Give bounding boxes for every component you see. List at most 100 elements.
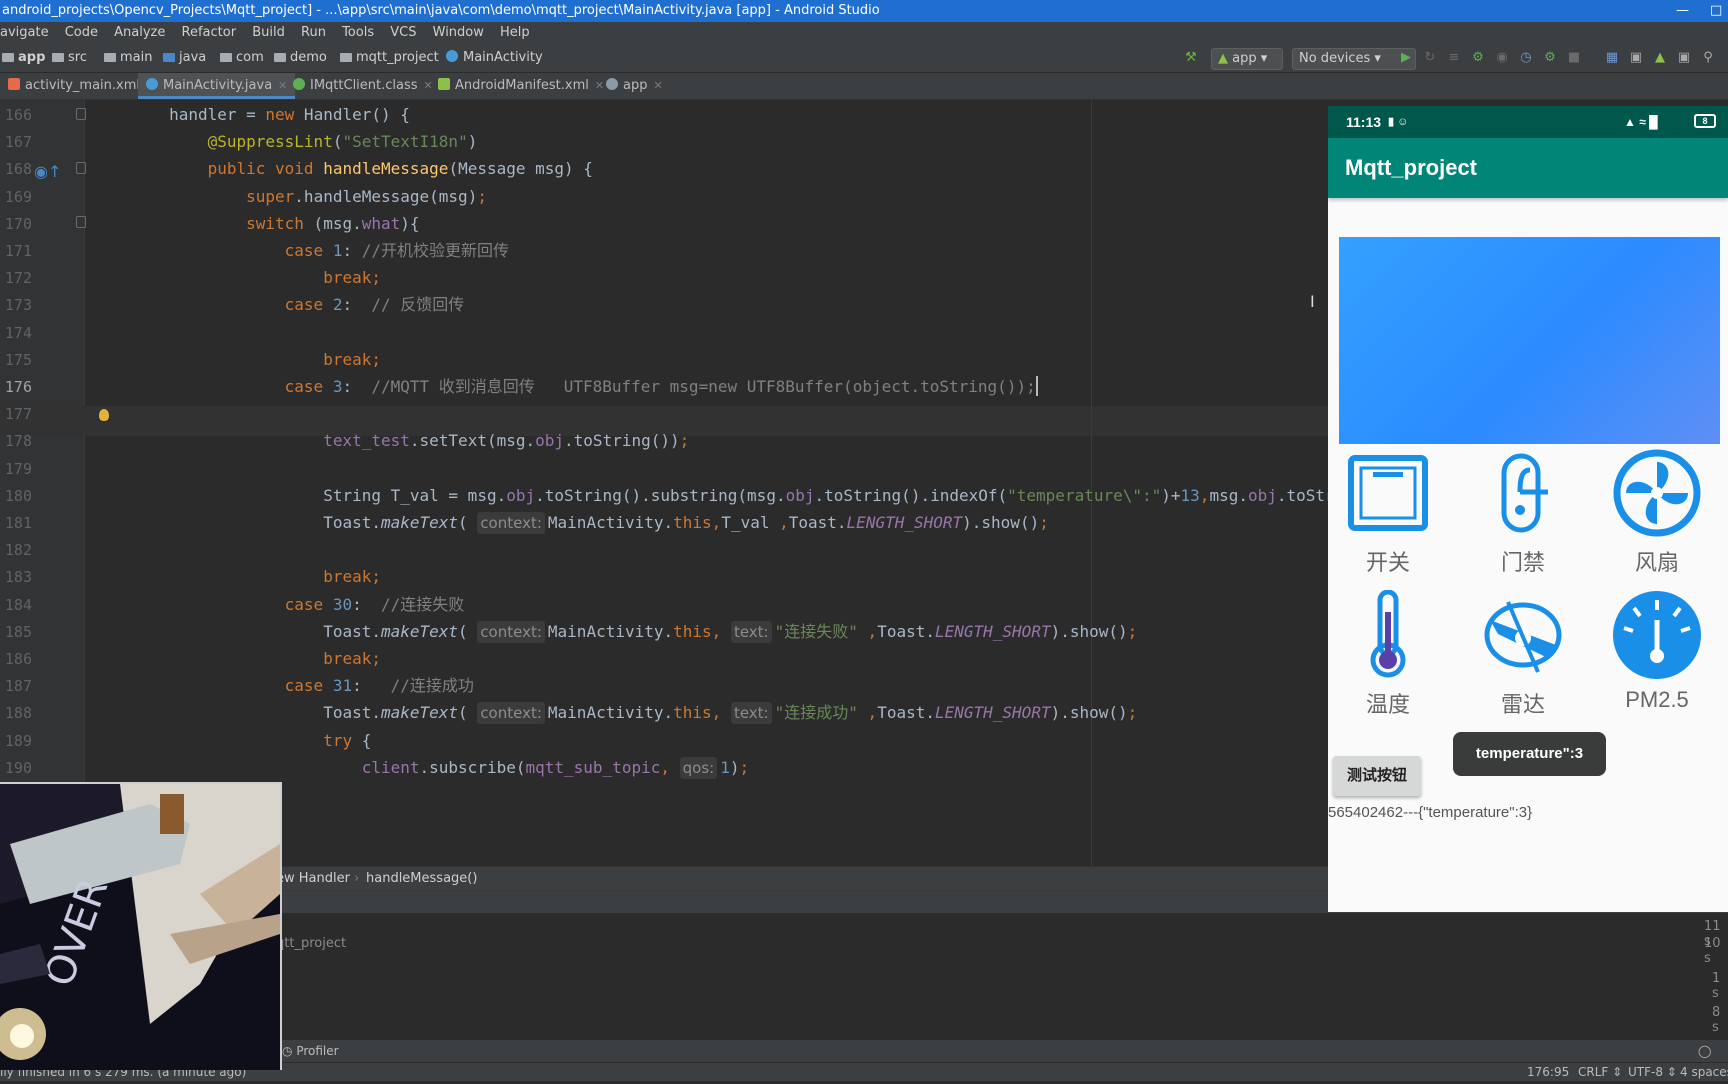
code-line[interactable]: 181 Toast.makeText( context: MainActivity… — [0, 508, 1328, 538]
tab-mainactivity-java[interactable]: MainActivity.java ✕ — [138, 73, 296, 99]
search-icon[interactable]: ⚲ — [1700, 50, 1716, 66]
maximize-icon[interactable]: □ — [1710, 0, 1722, 22]
code-text: break; — [323, 567, 381, 587]
test-button[interactable]: 测试按钮 — [1333, 756, 1421, 796]
grid-item-fan[interactable]: 风扇 — [1602, 448, 1712, 577]
code-line[interactable]: 187 case 31: //连接成功 — [0, 671, 1328, 701]
fold-icon[interactable] — [76, 108, 86, 120]
code-text: case 31: //连接成功 — [284, 676, 474, 696]
grid-label: 门禁 — [1500, 550, 1545, 575]
nav-crumb-mainactivity[interactable]: MainActivity — [446, 44, 543, 72]
app-toolbar: Mqtt_project — [1328, 138, 1728, 198]
grid-item-thermometer[interactable]: 温度 — [1333, 589, 1443, 719]
code-line[interactable]: 166 handler = new Handler() { — [0, 100, 1328, 130]
code-line[interactable]: 174 — [0, 318, 1328, 348]
code-line[interactable]: 168 public void handleMessage(Message ms… — [0, 154, 1328, 184]
code-line[interactable]: 177 — [0, 399, 1328, 429]
package-icon — [340, 53, 352, 62]
code-line[interactable]: 178 text_test.setText(msg.obj.toString()… — [0, 426, 1328, 456]
code-line[interactable]: 188 Toast.makeText( context: MainActivity… — [0, 698, 1328, 728]
lightbulb-icon[interactable] — [99, 409, 109, 421]
code-line[interactable]: 182 — [0, 535, 1328, 565]
debug-icon[interactable]: ⚙ — [1470, 50, 1486, 66]
nav-crumb-demo[interactable]: demo — [274, 44, 327, 72]
tab-app[interactable]: app ✕ — [598, 73, 671, 99]
run-config-select[interactable]: ▲ app ▾ — [1211, 48, 1283, 70]
nav-crumb-java[interactable]: java — [163, 44, 206, 72]
sync-icon[interactable]: ▦ — [1604, 50, 1620, 66]
sdk-manager-icon[interactable]: ▲ — [1652, 50, 1668, 66]
code-editor[interactable]: 166 handler = new Handler() {167 @Suppre… — [0, 100, 1328, 866]
code-line[interactable]: 183 break; — [0, 562, 1328, 592]
menu-analyze[interactable]: Analyze — [114, 25, 165, 40]
run-icon[interactable]: ▶ — [1398, 50, 1414, 66]
breadcrumb-handlemessage[interactable]: handleMessage() — [366, 867, 477, 891]
code-line[interactable]: 185 Toast.makeText( context: MainActivity… — [0, 617, 1328, 647]
menu-code[interactable]: Code — [65, 25, 98, 40]
code-line[interactable]: 171 case 1: //开机校验更新回传 — [0, 236, 1328, 266]
line-number: 171 — [4, 242, 32, 260]
code-line[interactable]: 179 — [0, 454, 1328, 484]
package-icon — [274, 53, 286, 62]
code-line[interactable]: 186 break; — [0, 644, 1328, 674]
override-method-icon[interactable]: ◉↑ — [34, 162, 61, 182]
indent-setting[interactable]: 4 spaces — [1680, 1063, 1728, 1081]
menu-build[interactable]: Build — [252, 25, 285, 40]
line-number: 182 — [4, 541, 32, 560]
code-line[interactable]: 184 case 30: //连接失败 — [0, 590, 1328, 620]
device-screen[interactable]: 11:13 ▮ ☺ ▲ ≈ █ 8 Mqtt_project 开关 门禁 风扇 … — [1328, 106, 1728, 912]
code-line[interactable]: 175 break; — [0, 345, 1328, 375]
breadcrumb-handler[interactable]: ew Handler — [276, 867, 350, 891]
menu-tools[interactable]: Tools — [342, 25, 374, 40]
menu-vcs[interactable]: VCS — [390, 25, 416, 40]
tab-imqttclient-class[interactable]: IMqttClient.class ✕ — [285, 73, 441, 99]
code-text: text_test.setText(msg.obj.toString()); — [323, 431, 690, 451]
line-number: 169 — [4, 187, 32, 206]
code-line[interactable]: 189 try { — [0, 726, 1328, 756]
nav-crumb-src[interactable]: src — [52, 44, 87, 72]
grid-item-door-lock[interactable]: 门禁 — [1468, 448, 1578, 577]
coverage-icon[interactable]: ◉ — [1494, 50, 1510, 66]
signal-wifi-icons: ▲ ≈ █ — [1624, 115, 1658, 129]
grid-item-radar[interactable]: 雷达 — [1468, 590, 1578, 719]
minimize-icon[interactable]: — — [1676, 0, 1689, 22]
tab-androidmanifest-xml[interactable]: AndroidManifest.xml ✕ — [430, 73, 612, 99]
menu-navigate[interactable]: avigate — [0, 25, 49, 40]
code-line[interactable]: 169 super.handleMessage(msg); — [0, 182, 1328, 212]
hammer-icon[interactable]: ⚒ — [1183, 50, 1199, 66]
menu-window[interactable]: Window — [433, 25, 484, 40]
code-line[interactable]: 170 switch (msg.what){ — [0, 209, 1328, 239]
build-time: 10 s — [1704, 936, 1721, 966]
code-line[interactable]: 180 String T_val = msg.obj.toString().su… — [0, 481, 1328, 511]
apply-changes-icon[interactable]: ≡ — [1446, 50, 1462, 66]
caret-position[interactable]: 176:95 — [1527, 1063, 1569, 1081]
line-separator[interactable]: CRLF ⇕ — [1578, 1063, 1622, 1081]
code-line[interactable]: 190 client.subscribe(mqtt_sub_topic, qos… — [0, 753, 1328, 783]
menu-refactor[interactable]: Refactor — [182, 25, 237, 40]
code-line[interactable]: 176 case 3: //MQTT 收到消息回传 UTF8Buffer msg… — [0, 372, 1328, 402]
file-encoding[interactable]: UTF-8 ⇕ — [1628, 1063, 1677, 1081]
stop-icon[interactable]: ■ — [1566, 50, 1582, 66]
profile-icon[interactable]: ◷ — [1518, 50, 1534, 66]
rerun-icon[interactable]: ↻ — [1422, 50, 1438, 66]
nav-crumb-mqtt-project[interactable]: mqtt_project — [340, 44, 439, 72]
close-icon[interactable]: ✕ — [653, 79, 662, 92]
layout-inspector-icon[interactable]: ▣ — [1676, 50, 1692, 66]
code-line[interactable]: 173 case 2: // 反馈回传 — [0, 290, 1328, 320]
grid-item-switch[interactable]: 开关 — [1333, 448, 1443, 577]
avd-manager-icon[interactable]: ▣ — [1628, 50, 1644, 66]
thermometer-icon — [1370, 589, 1406, 678]
code-line[interactable]: 172 break; — [0, 263, 1328, 293]
code-line[interactable]: 167 @SuppressLint("SetTextI18n") — [0, 127, 1328, 157]
grid-item-gauge[interactable]: PM2.5 — [1602, 590, 1712, 713]
menu-help[interactable]: Help — [500, 25, 530, 40]
fold-icon[interactable] — [76, 216, 86, 228]
attach-debugger-icon[interactable]: ⚙ — [1542, 50, 1558, 66]
nav-crumb-app[interactable]: app — [2, 44, 45, 72]
menu-run[interactable]: Run — [301, 25, 326, 40]
fold-icon[interactable] — [76, 162, 86, 174]
profiler-tab[interactable]: ◷ Profiler — [282, 1040, 339, 1062]
nav-crumb-com[interactable]: com — [220, 44, 264, 72]
nav-crumb-main[interactable]: main — [104, 44, 152, 72]
code-text: super.handleMessage(msg); — [246, 186, 487, 206]
